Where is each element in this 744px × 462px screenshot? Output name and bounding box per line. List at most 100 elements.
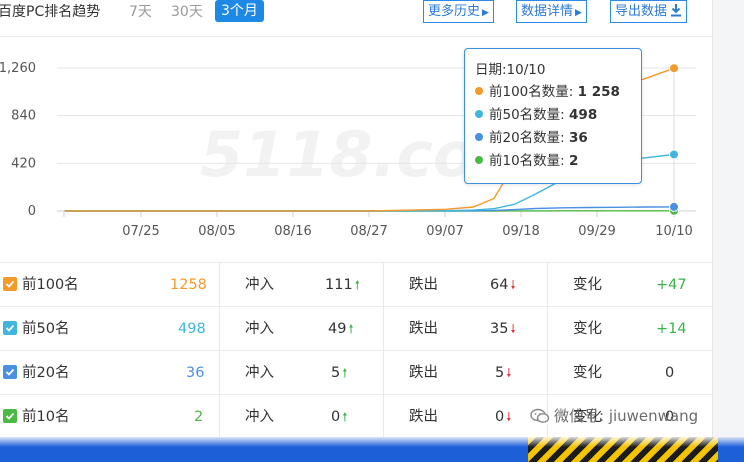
tooltip-row-top10: 前10名数量: 2 — [475, 150, 631, 173]
bottom-banner — [0, 437, 744, 462]
x-tick-label: 08/16 — [274, 224, 311, 239]
series-end-point — [669, 149, 679, 160]
series-dot-icon — [475, 156, 483, 164]
series-dot-icon — [475, 87, 483, 95]
row-name: 前100名 — [22, 277, 79, 293]
checkmark-icon — [5, 368, 15, 376]
export-data-label: 导出数据 — [615, 4, 668, 19]
out-value: 0 🠗 — [495, 409, 512, 425]
caret-right-icon: ▶ — [482, 8, 489, 18]
change-value: +14 — [656, 321, 687, 337]
checkbox-top20[interactable] — [3, 365, 17, 379]
row-count: 2 — [194, 409, 204, 425]
row-name: 前20名 — [22, 365, 70, 381]
in-value: 0 🠕 — [331, 409, 348, 425]
y-axis-ticks: 1,260 840 420 0 — [0, 61, 36, 219]
change-value: 0 — [665, 365, 675, 381]
tooltip-row-top50: 前50名数量: 498 — [475, 104, 631, 127]
in-value: 49 🠕 — [328, 321, 354, 337]
in-value: 5 🠕 — [331, 365, 348, 381]
x-tick-label: 09/18 — [502, 224, 539, 239]
out-label: 跌出 — [409, 277, 438, 293]
y-tick-label: 0 — [28, 204, 36, 219]
out-label: 跌出 — [409, 365, 438, 381]
x-tick-label: 09/29 — [578, 224, 615, 239]
in-value: 111 🠕 — [325, 277, 360, 293]
arrow-down-icon: 🠗 — [506, 410, 512, 424]
more-history-label: 更多历史 — [428, 4, 481, 19]
y-tick-label: 840 — [11, 109, 36, 124]
table-row: 前20名 36 冲入 5 🠕 跌出 5 🠗 变化 0 — [0, 350, 712, 395]
more-history-button[interactable]: 更多历史 ▶ — [423, 0, 494, 23]
tooltip-row-top100: 前100名数量: 1 258 — [475, 81, 631, 104]
series-dot-icon — [475, 110, 483, 118]
checkbox-top10[interactable] — [3, 409, 17, 423]
in-label: 冲入 — [245, 365, 274, 381]
checkbox-top50[interactable] — [3, 321, 17, 335]
series-end-point — [669, 63, 679, 74]
x-tick-label: 09/07 — [426, 224, 463, 239]
y-tick-label: 1,260 — [0, 61, 36, 76]
tooltip-value: 2 — [569, 153, 579, 169]
table-row: 前50名 498 冲入 49 🠕 跌出 35 🠗 变化 +14 — [0, 306, 712, 351]
checkmark-icon — [5, 280, 15, 288]
change-label: 变化 — [573, 277, 602, 293]
checkmark-icon — [5, 412, 15, 420]
tooltip-label: 前100名数量: — [489, 84, 578, 100]
wechat-id: 微信号: jiuwenwang — [554, 407, 699, 425]
row-count: 36 — [186, 365, 205, 381]
chart-tooltip: 日期:10/10 前100名数量: 1 258 前50名数量: 498 前20名… — [464, 48, 642, 184]
out-label: 跌出 — [409, 321, 438, 337]
range-tab-7d[interactable]: 7天 — [129, 1, 152, 21]
data-details-button[interactable]: 数据详情 ▶ — [516, 0, 587, 23]
download-icon — [670, 3, 682, 24]
y-tick-label: 420 — [11, 156, 36, 171]
arrow-up-icon: 🠕 — [354, 278, 360, 292]
in-label: 冲入 — [245, 321, 274, 337]
in-label: 冲入 — [245, 277, 274, 293]
out-label: 跌出 — [409, 409, 438, 425]
series-dot-icon — [475, 133, 483, 141]
out-value: 64 🠗 — [490, 277, 516, 293]
tooltip-row-top20: 前20名数量: 36 — [475, 127, 631, 150]
x-tick-label: 07/25 — [122, 224, 159, 239]
arrow-up-icon: 🠕 — [348, 322, 354, 336]
arrow-up-icon: 🠕 — [342, 366, 348, 380]
change-label: 变化 — [573, 365, 602, 381]
change-label: 变化 — [573, 321, 602, 337]
range-tab-30d[interactable]: 30天 — [171, 1, 203, 21]
x-axis-ticks: 07/25 08/05 08/16 08/27 09/07 09/18 09/29 10/10 — [63, 211, 693, 239]
ranking-trend-panel: 百度PC排名趋势 7天 30天 3个月 更多历史 ▶ 数据详情 ▶ 导出数据 511… — [0, 0, 712, 439]
row-name: 前10名 — [22, 409, 70, 425]
row-count: 1258 — [170, 277, 207, 293]
series-end-point — [669, 201, 679, 212]
x-tick-label: 08/27 — [350, 224, 387, 239]
x-tick-label: 10/10 — [655, 224, 692, 239]
wechat-icon — [530, 408, 550, 428]
wechat-watermark: 微信号: jiuwenwang — [530, 405, 698, 428]
tooltip-label: 前10名数量: — [489, 153, 570, 169]
export-data-button[interactable]: 导出数据 — [610, 0, 688, 24]
tooltip-value: 36 — [569, 130, 588, 146]
tooltip-date: 日期:10/10 — [475, 62, 546, 78]
table-row: 前100名 1258 冲入 111 🠕 跌出 64 🠗 变化 +47 — [0, 262, 712, 307]
arrow-down-icon: 🠗 — [510, 322, 516, 336]
range-tab-3m[interactable]: 3个月 — [215, 0, 264, 22]
row-name: 前50名 — [22, 321, 70, 337]
checkmark-icon — [5, 324, 15, 332]
tooltip-value: 1 258 — [577, 84, 620, 100]
panel-title: 百度PC排名趋势 — [0, 4, 101, 20]
panel-header: 百度PC排名趋势 7天 30天 3个月 更多历史 ▶ 数据详情 ▶ 导出数据 — [0, 0, 712, 24]
tooltip-label: 前20名数量: — [489, 130, 570, 146]
x-tick-label: 08/05 — [198, 224, 235, 239]
change-value: +47 — [656, 277, 687, 293]
checkbox-top100[interactable] — [3, 277, 17, 291]
arrow-down-icon: 🠗 — [506, 366, 512, 380]
in-label: 冲入 — [245, 409, 274, 425]
data-details-label: 数据详情 — [521, 4, 574, 19]
arrow-up-icon: 🠕 — [342, 410, 348, 424]
tooltip-label: 前50名数量: — [489, 107, 570, 123]
out-value: 5 🠗 — [495, 365, 512, 381]
arrow-down-icon: 🠗 — [510, 278, 516, 292]
caret-right-icon: ▶ — [575, 8, 582, 18]
